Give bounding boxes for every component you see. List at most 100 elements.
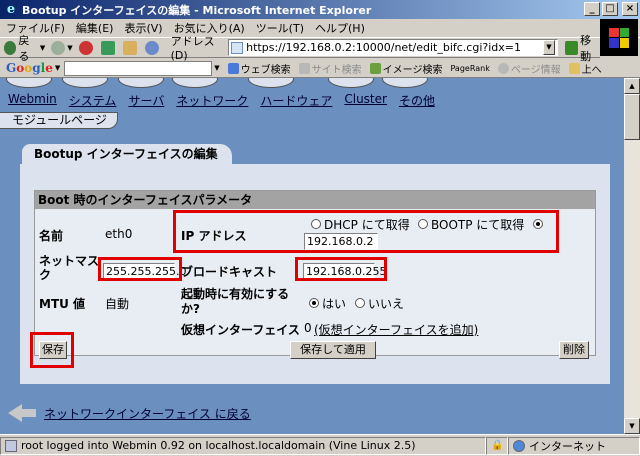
- address-label: アドレス(D): [170, 35, 215, 62]
- onboot-label: 起動時に有効にするか?: [181, 287, 290, 316]
- folder-up-icon: [568, 62, 580, 74]
- scroll-up-icon[interactable]: ▲: [624, 78, 640, 94]
- back-link-text: ネットワークインターフェイス に戻る: [44, 406, 251, 421]
- name-value: eth0: [105, 227, 133, 241]
- add-virtual-interface-link[interactable]: (仮想インターフェイスを追加): [314, 321, 478, 338]
- google-menu-icon[interactable]: ▼: [55, 64, 60, 72]
- site-search-icon: [298, 62, 310, 74]
- address-url: https://192.168.0.2:10000/net/edit_bifc.…: [246, 41, 521, 54]
- site-search-label: サイト検索: [311, 64, 362, 76]
- menu-bar: ファイル(F) 編集(E) 表示(V) お気に入り(A) ツール(T) ヘルプ(…: [0, 19, 640, 38]
- google-logo[interactable]: Google: [6, 61, 53, 75]
- maximize-button[interactable]: □: [602, 2, 618, 16]
- highlight-netmask: [98, 257, 182, 281]
- image-search-icon: [369, 62, 381, 74]
- windows-logo-icon: [600, 19, 638, 56]
- netmask-label: ネットマスク: [39, 254, 100, 282]
- scroll-thumb[interactable]: [624, 94, 640, 140]
- onboot-no-radio[interactable]: [355, 298, 365, 308]
- webmin-page: Webmin システム サーバ ネットワーク ハードウェア Cluster その…: [0, 78, 624, 434]
- menu-tools[interactable]: ツール(T): [256, 20, 304, 36]
- refresh-button[interactable]: [100, 40, 117, 55]
- status-lock-segment: 🔒: [486, 436, 508, 455]
- status-zone-segment: インターネット: [508, 436, 640, 455]
- title-bar: e Bootup インターフェイスの編集 - Microsoft Interne…: [0, 0, 640, 19]
- vertical-scrollbar[interactable]: ▲ ▼: [624, 78, 640, 434]
- window-title: Bootup インターフェイスの編集 - Microsoft Internet …: [22, 3, 372, 17]
- internet-zone-icon: [513, 439, 525, 452]
- google-search-dropdown-icon[interactable]: ▼: [214, 64, 219, 72]
- save-and-apply-button[interactable]: 保存して適用: [290, 341, 376, 359]
- name-label: 名前: [39, 229, 64, 243]
- forward-button[interactable]: ▼: [51, 40, 73, 55]
- highlight-broadcast: [295, 257, 387, 281]
- page-status-icon: [5, 439, 17, 452]
- web-search-icon: [227, 62, 239, 74]
- nav-servers[interactable]: サーバ: [128, 92, 164, 109]
- menu-edit[interactable]: 編集(E): [76, 20, 114, 36]
- scroll-down-icon[interactable]: ▼: [624, 418, 640, 434]
- google-toolbar: Google ▼ ▼ ウェブ検索 サイト検索 イメージ検索 PageRank ペ…: [0, 59, 640, 78]
- ie-logo-icon: e: [6, 1, 16, 17]
- lock-icon: 🔒: [491, 440, 504, 451]
- webmin-category-nav: Webmin システム サーバ ネットワーク ハードウェア Cluster その…: [8, 92, 435, 109]
- highlight-ip-address: [173, 210, 559, 253]
- forward-arrow-icon: [51, 40, 66, 55]
- pagerank-label: PageRank: [450, 63, 490, 73]
- status-bar: root logged into Webmin 0.92 on localhos…: [0, 434, 640, 456]
- address-dropdown-button[interactable]: ▼: [542, 40, 556, 55]
- close-button[interactable]: ×: [622, 2, 638, 16]
- stop-icon: [78, 40, 93, 55]
- search-button[interactable]: [144, 40, 161, 55]
- nav-hardware[interactable]: ハードウェア: [260, 92, 332, 109]
- image-search-label: イメージ検索: [382, 64, 443, 76]
- back-arrow-stem: [22, 409, 36, 417]
- site-search-button[interactable]: サイト検索: [298, 61, 362, 76]
- web-search-button[interactable]: ウェブ検索: [227, 61, 291, 76]
- virtual-interface-label: 仮想インターフェイス: [181, 323, 300, 337]
- mtu-value: 自動: [105, 297, 130, 311]
- module-page-link[interactable]: モジュールページ: [0, 112, 118, 129]
- mtu-label: MTU 値: [39, 297, 86, 311]
- fieldset-header: Boot 時のインターフェイスパラメータ: [35, 191, 595, 209]
- minimize-button[interactable]: _: [584, 2, 600, 16]
- nav-cluster[interactable]: Cluster: [344, 92, 387, 109]
- onboot-yes-radio[interactable]: [309, 298, 319, 308]
- menu-view[interactable]: 表示(V): [124, 20, 162, 36]
- home-icon: [122, 40, 137, 55]
- google-search-input[interactable]: [64, 60, 213, 76]
- back-dropdown-icon[interactable]: ▼: [40, 44, 45, 52]
- navigation-toolbar: 戻る ▼ ▼ アドレス(D) https://192.168.0.2:10000…: [0, 34, 600, 63]
- back-arrow-icon: [8, 404, 22, 422]
- onboot-yes-label: はい: [322, 297, 347, 311]
- image-search-button[interactable]: イメージ検索: [369, 61, 443, 76]
- forward-dropdown-icon[interactable]: ▼: [67, 44, 72, 52]
- back-to-interfaces-link[interactable]: ネットワークインターフェイス に戻る: [8, 404, 251, 422]
- broadcast-label: ブロードキャスト: [181, 265, 278, 279]
- nav-webmin[interactable]: Webmin: [8, 92, 57, 109]
- go-arrow-icon: [565, 40, 579, 55]
- nav-others[interactable]: その他: [399, 92, 435, 109]
- stop-button[interactable]: [78, 40, 95, 55]
- zone-label: インターネット: [529, 439, 606, 453]
- refresh-icon: [100, 40, 115, 55]
- virtual-interface-count: 0: [304, 321, 312, 335]
- highlight-save-button: [30, 332, 74, 368]
- page-info-button[interactable]: ページ情報: [497, 61, 561, 76]
- status-text: root logged into Webmin 0.92 on localhos…: [21, 439, 416, 452]
- nav-network[interactable]: ネットワーク: [176, 92, 248, 109]
- pagerank-indicator: PageRank: [450, 64, 489, 73]
- back-arrow-icon: [4, 40, 17, 55]
- delete-button[interactable]: 削除: [559, 341, 589, 359]
- web-search-label: ウェブ検索: [240, 64, 291, 76]
- onboot-no-label: いいえ: [368, 297, 405, 311]
- up-button[interactable]: 上へ: [568, 61, 602, 76]
- menu-help[interactable]: ヘルプ(H): [315, 20, 365, 36]
- section-title: Bootup インターフェイスの編集: [22, 144, 232, 164]
- page-info-icon: [497, 62, 509, 74]
- nav-system[interactable]: システム: [69, 92, 117, 109]
- home-button[interactable]: [122, 40, 139, 55]
- address-field[interactable]: https://192.168.0.2:10000/net/edit_bifc.…: [228, 39, 558, 56]
- up-label: 上へ: [581, 64, 602, 76]
- search-icon: [144, 40, 159, 55]
